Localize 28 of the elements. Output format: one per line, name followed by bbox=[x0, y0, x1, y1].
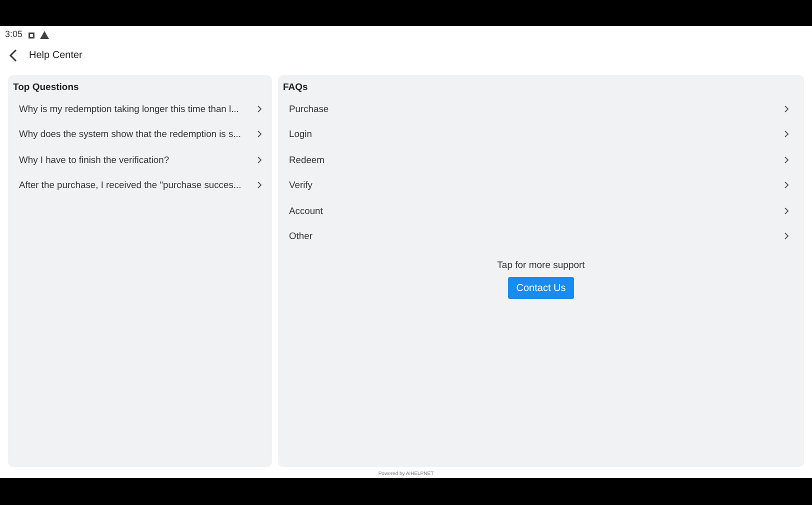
chevron-right-icon bbox=[784, 206, 789, 215]
list-item[interactable]: Why I have to finish the verification? bbox=[9, 147, 272, 172]
back-icon[interactable] bbox=[9, 49, 17, 62]
list-item[interactable]: Account bbox=[279, 198, 799, 224]
support-text: Tap for more support bbox=[497, 259, 585, 273]
page-title: Help Center bbox=[29, 49, 82, 63]
list-item[interactable]: Redeem bbox=[279, 147, 799, 172]
notification-icon bbox=[28, 32, 35, 38]
chevron-right-icon bbox=[257, 181, 262, 190]
list-item[interactable]: Login bbox=[279, 122, 799, 147]
list-item[interactable]: Other bbox=[279, 224, 799, 249]
chevron-right-icon bbox=[257, 130, 262, 138]
status-time: 3:05 bbox=[5, 28, 23, 42]
list-item[interactable]: Purchase bbox=[279, 96, 799, 122]
chevron-right-icon bbox=[784, 156, 789, 164]
list-item[interactable]: After the purchase, I received the "purchase succes... bbox=[9, 172, 272, 198]
chevron-right-icon bbox=[784, 232, 789, 240]
chevron-right-icon bbox=[257, 104, 262, 113]
chevron-right-icon bbox=[784, 130, 789, 138]
list-item[interactable]: Why does the system show that the redemption is s... bbox=[9, 122, 272, 147]
chevron-right-icon bbox=[257, 156, 262, 164]
list-item[interactable]: Verify bbox=[279, 172, 799, 198]
list-item[interactable]: Why is my redemption taking longer this time than l... bbox=[9, 96, 272, 122]
chevron-right-icon bbox=[784, 104, 789, 113]
section-title: FAQs bbox=[282, 81, 308, 95]
section-title: Top Questions bbox=[12, 81, 79, 95]
chevron-right-icon bbox=[784, 181, 789, 190]
warning-icon bbox=[40, 31, 49, 39]
